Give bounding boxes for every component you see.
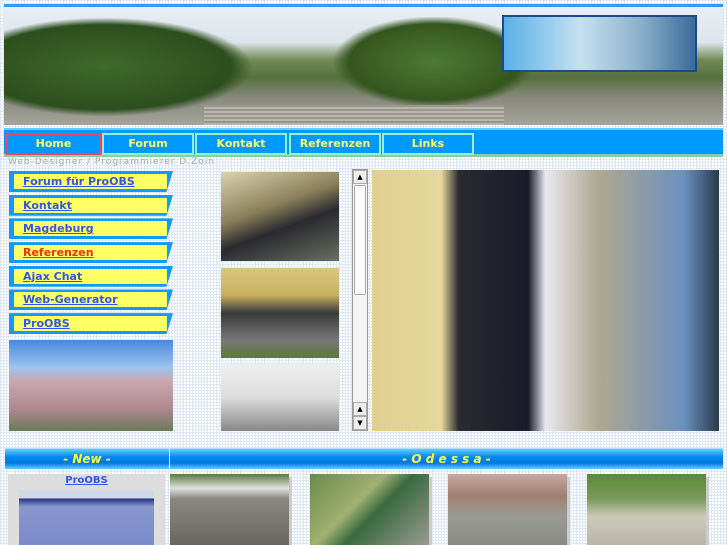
menu-link-proobs[interactable]: ProOBS xyxy=(23,317,70,330)
menu-item: Magdeburg xyxy=(9,218,173,240)
new-proobs-box: ProOBS xyxy=(8,474,165,545)
menu-item: Web-Generator xyxy=(9,289,173,311)
gallery-thumbnail[interactable] xyxy=(221,364,339,431)
menu-link-ajax-chat[interactable]: Ajax Chat xyxy=(23,270,82,283)
menu-link-referenzen[interactable]: Referenzen xyxy=(23,246,94,259)
odessa-photo[interactable] xyxy=(310,474,429,545)
nav-home[interactable]: Home xyxy=(6,133,101,155)
menu-link-magdeburg[interactable]: Magdeburg xyxy=(23,222,94,235)
top-nav: Home Forum Kontakt Referenzen Links xyxy=(4,128,723,157)
section-header-new: - New - xyxy=(5,448,169,469)
main-photo xyxy=(372,170,719,431)
gallery-scrollbar[interactable]: ▲ ▲ ▼ xyxy=(352,169,368,431)
odessa-photo[interactable] xyxy=(587,474,706,545)
header-banner xyxy=(4,4,723,125)
odessa-photo[interactable] xyxy=(448,474,567,545)
nav-forum[interactable]: Forum xyxy=(102,133,194,155)
new-proobs-link[interactable]: ProOBS xyxy=(8,475,165,486)
menu-link-web-generator[interactable]: Web-Generator xyxy=(23,293,118,306)
gallery-thumbnail[interactable] xyxy=(221,268,339,358)
odessa-photo[interactable] xyxy=(170,474,289,545)
menu-link-forum-proobs[interactable]: Forum für ProOBS xyxy=(23,175,135,188)
header-stairs xyxy=(204,105,504,125)
scroll-down-button[interactable]: ▲ xyxy=(353,402,367,416)
scroll-up-button[interactable]: ▲ xyxy=(353,170,367,184)
nav-kontakt[interactable]: Kontakt xyxy=(195,133,287,155)
header-billboard xyxy=(502,15,697,72)
proobs-screenshot[interactable] xyxy=(19,490,154,545)
side-menu: Forum für ProOBS Kontakt Magdeburg Refer… xyxy=(9,171,173,337)
menu-item: Referenzen xyxy=(9,242,173,264)
menu-item: Ajax Chat xyxy=(9,265,173,287)
scrollbar-thumb[interactable] xyxy=(354,185,366,295)
menu-item: Forum für ProOBS xyxy=(9,171,173,192)
scroll-down-button[interactable]: ▼ xyxy=(353,416,367,430)
section-header-odessa: - O d e s s a - xyxy=(170,448,723,469)
site-subtitle: Web-Designer / Programmierer D.Zoin xyxy=(8,157,215,167)
menu-link-kontakt[interactable]: Kontakt xyxy=(23,199,72,212)
gallery-thumbnail[interactable] xyxy=(221,172,339,261)
magdeburg-building-image xyxy=(9,340,173,431)
nav-links[interactable]: Links xyxy=(382,133,474,155)
menu-item: Kontakt xyxy=(9,194,173,216)
menu-item: ProOBS xyxy=(9,313,173,335)
header-trees xyxy=(4,17,254,117)
nav-referenzen[interactable]: Referenzen xyxy=(289,133,381,155)
